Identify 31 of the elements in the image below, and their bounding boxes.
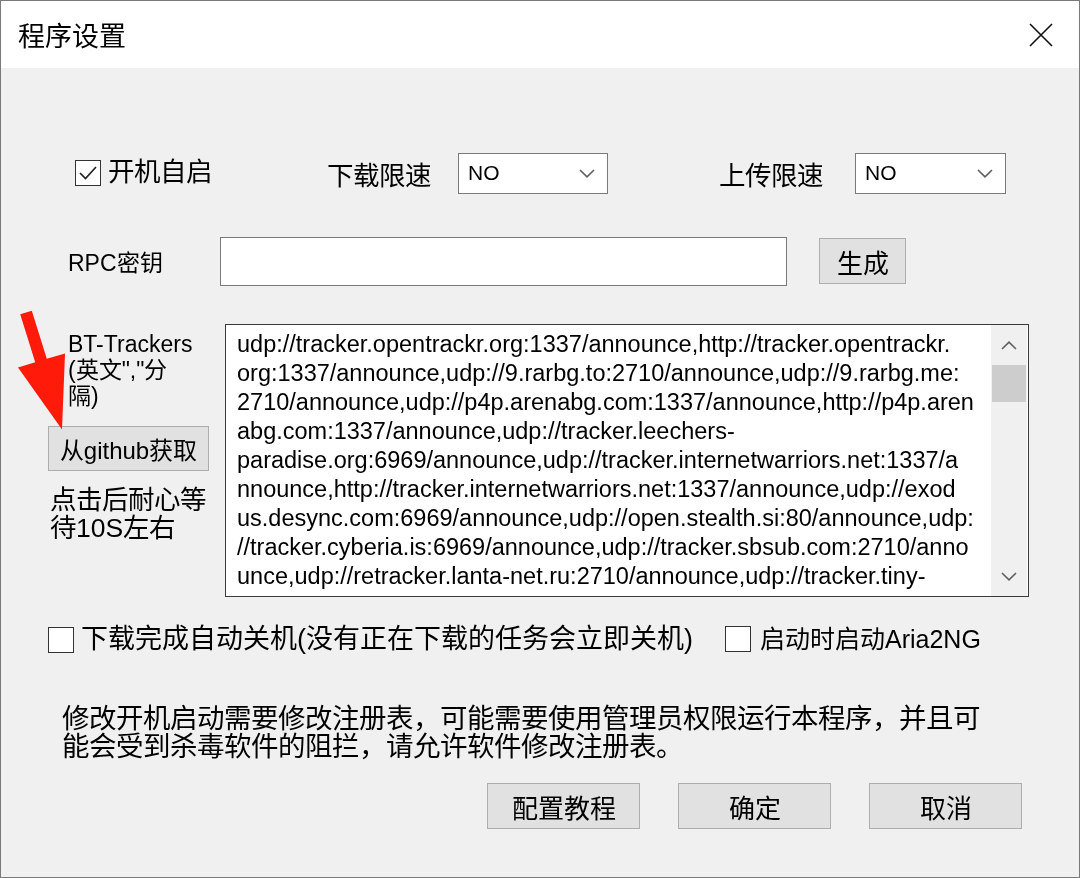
close-button[interactable] bbox=[1029, 22, 1053, 47]
checkbox[interactable] bbox=[48, 626, 74, 653]
chevron-down-icon bbox=[977, 168, 993, 178]
checkbox[interactable] bbox=[725, 626, 751, 652]
hint-text: 点击后耐心等待10S左右 bbox=[50, 486, 207, 542]
fetch-button[interactable]: 从github获取 bbox=[48, 426, 209, 471]
rpc-secret-label: RPC密钥 bbox=[68, 250, 163, 276]
cancel-button[interactable]: 取消 bbox=[869, 783, 1022, 829]
tutorial-button[interactable]: 配置教程 bbox=[487, 783, 640, 829]
checkbox[interactable] bbox=[75, 160, 101, 186]
chevron-down-icon bbox=[579, 168, 595, 178]
window-title: 程序设置 bbox=[18, 21, 126, 54]
generate-button[interactable]: 生成 bbox=[819, 238, 906, 284]
checkbox-label[interactable]: 下载完成自动关机(没有正在下载的任务会立即关机) bbox=[81, 623, 693, 656]
close-icon bbox=[1029, 22, 1053, 47]
chevron-up-icon bbox=[1001, 340, 1017, 350]
trackers-label: BT-Trackers (英文","分 隔) bbox=[68, 331, 193, 409]
trackers-textarea[interactable]: udp://tracker.opentrackr.org:1337/announce,http://tracker.opentrackr. org:1337/announce,udp://9.rarbg.to:2710/announce,udp://9.rarbg.me: 2710/announce,udp://p4p.arenabg.com:1337/announce,http://p4p.aren abg.com:1337/announce,udp://tracker.leechers- paradise.org:6969/announce,udp://tracker.internetwarriors.net:1337/a nnounce,http://tracker.internetwarriors.net:1337/announce,udp://exod us.desync.com:6969/announce,udp://open.stealth.si:80/announce,udp: //tracker.cyberia.is:6969/announce,udp://tracker.sbsub.com:2710/anno unce,udp://retracker.lanta-net.ru:2710/announce,udp://tracker.tiny- bbox=[225, 324, 1029, 597]
download-limit-label: 下载限速 bbox=[327, 160, 431, 191]
upload-limit-dropdown[interactable]: NO bbox=[855, 152, 1006, 194]
checkbox-label[interactable]: 开机自启 bbox=[108, 157, 212, 189]
upload-limit-label: 上传限速 bbox=[719, 160, 823, 191]
scrollbar-thumb[interactable] bbox=[992, 365, 1026, 402]
rpc-secret-field[interactable] bbox=[220, 236, 787, 286]
note-text: 修改开机启动需要修改注册表，可能需要使用管理员权限运行本程序，并且可能会受到杀毒软件的阻拦，请允许软件修改注册表。 bbox=[62, 705, 981, 761]
chevron-down-icon bbox=[1001, 571, 1017, 581]
checkmark-icon bbox=[79, 166, 97, 180]
checkbox-label[interactable]: 启动时启动Aria2NG bbox=[760, 624, 981, 654]
scrollbar[interactable] bbox=[991, 325, 1027, 596]
ok-button[interactable]: 确定 bbox=[678, 783, 831, 829]
download-limit-dropdown[interactable]: NO bbox=[458, 152, 608, 194]
